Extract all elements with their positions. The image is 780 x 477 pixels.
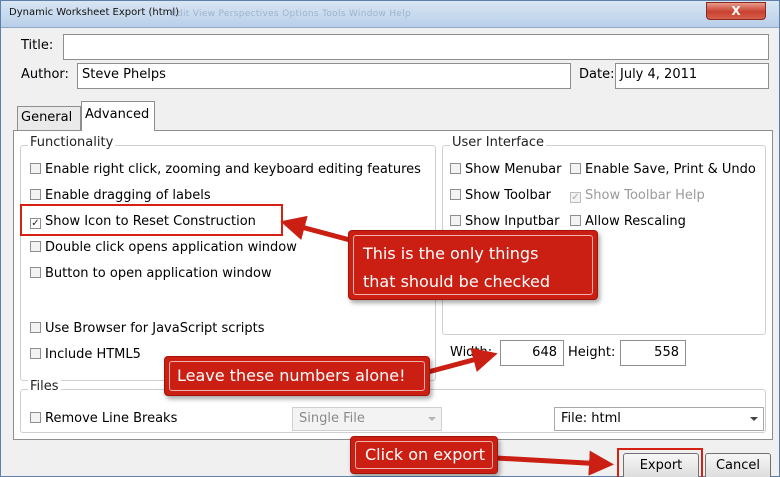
arrow-to-numbers: [427, 347, 498, 375]
arrow-to-checkbox: [280, 215, 351, 243]
export-highlight: [617, 448, 703, 477]
callout-checked-line1: This is the only things: [363, 244, 539, 263]
callout-export-text: Click on export: [365, 445, 486, 464]
callout-numbers: Leave these numbers alone!: [164, 356, 430, 396]
arrow-to-export: [495, 450, 614, 476]
callout-export: Click on export: [350, 436, 498, 474]
callout-checked-line2: that should be checked: [363, 272, 551, 291]
callout-checked: This is the only things that should be c…: [348, 230, 598, 300]
checkbox-highlight: [20, 204, 283, 236]
callout-numbers-text: Leave these numbers alone!: [177, 366, 406, 385]
